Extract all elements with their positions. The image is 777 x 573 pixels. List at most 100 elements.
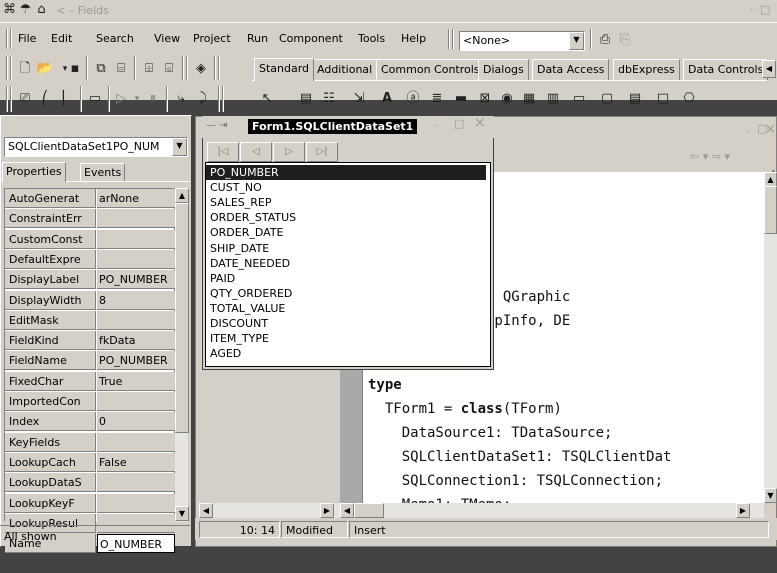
property-row[interactable]: DisplayWidth 8 <box>5 290 175 311</box>
toggle-form-unit-icon[interactable]: ⎜ <box>56 90 74 108</box>
scroll-thumb[interactable] <box>764 186 777 234</box>
chevron-down-icon[interactable]: ▼ <box>172 138 187 156</box>
field-list-item[interactable]: QTY_ORDERED <box>206 286 486 301</box>
open-icon[interactable]: 📂 <box>36 60 54 78</box>
minimize-icon[interactable]: · <box>750 3 754 16</box>
checkbox-component-icon[interactable]: ⊠ <box>476 90 494 108</box>
field-list-item[interactable]: AGED <box>206 346 486 361</box>
property-value[interactable]: PO_NUMBER <box>97 351 175 371</box>
fe-minimize-icon[interactable]: · <box>435 119 439 132</box>
fields-list[interactable]: PO_NUMBER CUST_NO SALES_REP ORDER_STATUS ORD… <box>205 162 491 367</box>
property-row[interactable]: ConstraintErr <box>5 209 175 229</box>
field-list-item[interactable]: CUST_NO <box>206 180 486 195</box>
property-row[interactable]: FieldName PO_NUMBER <box>5 351 175 371</box>
scroll-left-icon[interactable]: ◀ <box>340 503 354 518</box>
field-list-item[interactable]: ORDER_DATE <box>206 225 486 240</box>
remove-file-icon[interactable]: ⌺ <box>160 60 178 78</box>
radiogroup-component-icon[interactable]: ▤ <box>626 90 644 108</box>
set-debug-desktop-icon[interactable]: ⎘ <box>616 31 634 49</box>
property-row[interactable]: KeyFields <box>5 432 175 453</box>
editor-minimize-icon[interactable]: · <box>746 125 750 138</box>
new-form-icon[interactable]: ▭ <box>86 90 104 108</box>
open-project-icon[interactable]: ⌸ <box>112 60 130 78</box>
tab-data-controls[interactable]: Data Controls <box>683 59 769 80</box>
desktop-config-combo[interactable]: <None> ▼ <box>459 31 585 51</box>
field-list-item[interactable]: ORDER_STATUS <box>206 210 486 225</box>
object-selector-combo[interactable]: SQLClientDataSet1PO_NUM ▼ <box>4 137 188 157</box>
maximize-icon[interactable]: □ <box>760 3 770 16</box>
property-row[interactable]: LookupDataS <box>5 473 175 493</box>
menu-component[interactable]: Component <box>279 32 343 45</box>
property-value[interactable]: PO_NUMBER <box>97 270 175 290</box>
property-row[interactable]: DisplayLabel PO_NUMBER <box>5 270 175 290</box>
step-over-icon[interactable]: ⤸ <box>194 90 212 108</box>
property-value[interactable]: True <box>97 371 175 391</box>
property-value[interactable] <box>97 310 175 330</box>
scroll-up-icon[interactable]: ▲ <box>764 172 777 187</box>
property-row[interactable]: LookupCach False <box>5 452 175 473</box>
nav-back-icon[interactable]: ⇦ ▾ ⇨ ▾ <box>690 150 730 163</box>
label-component-icon[interactable]: ⇲ <box>350 90 368 108</box>
property-value[interactable] <box>97 249 175 269</box>
menu-file[interactable]: File <box>18 32 36 45</box>
field-list-item[interactable]: ITEM_TYPE <box>206 331 486 346</box>
field-list-item[interactable]: SALES_REP <box>206 195 486 210</box>
explorer-horizontal-scrollbar[interactable]: ◀ ▶ <box>199 503 340 518</box>
scrollbar-component-icon[interactable]: ▭ <box>570 90 588 108</box>
tab-additional[interactable]: Additional <box>312 59 378 80</box>
label-a-icon[interactable]: A <box>378 90 396 108</box>
property-row[interactable]: CustomConst <box>5 229 175 250</box>
add-file-icon[interactable]: ⌹ <box>140 60 158 78</box>
window-menu-icon[interactable]: ⌂ <box>34 2 49 17</box>
scroll-right-icon[interactable]: ▶ <box>320 503 334 518</box>
menu-tools[interactable]: Tools <box>358 32 385 45</box>
property-value[interactable] <box>97 473 175 493</box>
editor-horizontal-scrollbar[interactable]: ◀ ▶ <box>340 503 764 518</box>
property-value[interactable] <box>97 209 175 229</box>
edit-component-icon[interactable]: ⓐ <box>404 90 422 108</box>
first-record-button[interactable]: |◁ <box>207 142 239 162</box>
property-value[interactable] <box>97 493 175 513</box>
pause-icon[interactable]: ⏸ <box>144 90 162 108</box>
scroll-left-icon[interactable]: ◀ <box>199 503 213 518</box>
property-row[interactable]: ImportedCon <box>5 392 175 412</box>
field-list-item[interactable]: DATE_NEEDED <box>206 256 486 271</box>
scroll-right-icon[interactable]: ▶ <box>736 503 750 518</box>
scroll-up-icon[interactable]: ▲ <box>175 188 189 203</box>
property-value[interactable] <box>97 432 175 452</box>
radiobutton-component-icon[interactable]: ◉ <box>498 90 516 108</box>
property-value[interactable]: False <box>97 452 175 472</box>
mainmenu-component-icon[interactable]: ▤ <box>297 90 315 108</box>
property-value[interactable]: 8 <box>97 290 175 310</box>
trace-into-icon[interactable]: ⤷ <box>172 90 190 108</box>
fe-close-icon[interactable]: × <box>474 115 486 131</box>
help-icon[interactable]: ◈ <box>192 60 210 78</box>
property-row[interactable]: Index 0 <box>5 412 175 432</box>
menu-view[interactable]: View <box>154 32 180 45</box>
property-value[interactable]: arNone <box>97 189 175 208</box>
view-form-icon[interactable]: ⎛ <box>36 90 54 108</box>
scroll-down-icon[interactable]: ▼ <box>175 506 189 521</box>
button-component-icon[interactable]: ▬ <box>452 90 470 108</box>
menu-run[interactable]: Run <box>247 32 268 45</box>
pointer-icon[interactable]: ↖ <box>258 90 276 108</box>
save-desktop-icon[interactable]: ⎙ <box>596 31 614 49</box>
fe-maximize-icon[interactable]: □ <box>454 117 464 130</box>
property-row[interactable]: AutoGenerat arNone <box>5 189 175 209</box>
listbox-component-icon[interactable]: ▦ <box>520 90 538 108</box>
last-record-button[interactable]: ▷| <box>306 142 338 162</box>
editor-vertical-scrollbar[interactable]: ▲ ▼ <box>764 172 777 503</box>
save-icon[interactable]: ▪ <box>66 60 84 78</box>
editor-close-icon[interactable]: × <box>765 122 776 137</box>
field-list-item[interactable]: TOTAL_VALUE <box>206 301 486 316</box>
prior-record-button[interactable]: ◁ <box>240 142 272 162</box>
tab-properties[interactable]: Properties <box>2 162 66 182</box>
scroll-thumb[interactable] <box>354 503 384 518</box>
field-list-item[interactable]: PAID <box>206 271 486 286</box>
menu-search[interactable]: Search <box>96 32 134 45</box>
popupmenu-component-icon[interactable]: ☷ <box>320 90 338 108</box>
property-row[interactable]: LookupKeyF <box>5 493 175 514</box>
menu-help[interactable]: Help <box>401 32 426 45</box>
pin-icon[interactable]: — ⇥ <box>206 120 228 131</box>
next-record-button[interactable]: ▷ <box>273 142 305 162</box>
